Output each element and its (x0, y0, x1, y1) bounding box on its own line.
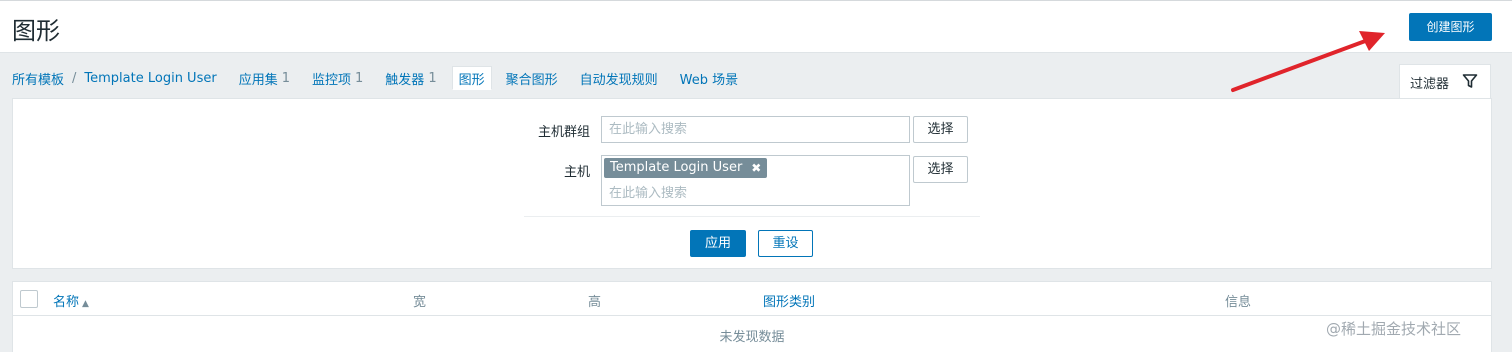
host-input-placeholder: 在此输入搜索 (609, 186, 688, 201)
sort-asc-icon: ▲ (82, 299, 89, 309)
host-tag-label: Template Login User (610, 160, 743, 175)
host-label: 主机 (563, 165, 590, 180)
page-title: 图形 (12, 17, 60, 45)
annotation-arrow-icon (1231, 31, 1385, 92)
tab-screens[interactable]: 聚合图形 (506, 66, 558, 90)
tab-triggers[interactable]: 触发器 1 (385, 66, 436, 90)
funnel-icon (1462, 73, 1478, 93)
host-group-select-button[interactable]: 选择 (913, 116, 968, 143)
breadcrumb: 所有模板 / Template Login User 应用集 1 监控项 1 触发器… (12, 66, 738, 90)
tab-discovery-rules[interactable]: 自动发现规则 (580, 66, 658, 90)
host-group-input[interactable]: 在此输入搜索 (601, 116, 910, 143)
apply-button[interactable]: 应用 (690, 230, 746, 257)
tab-label: 监控项 (312, 72, 352, 88)
filter-tab-label: 过滤器 (1410, 76, 1450, 92)
breadcrumb-separator: / (72, 70, 77, 86)
tab-count: 1 (355, 70, 364, 86)
host-group-label: 主机群组 (537, 125, 590, 140)
no-data-message: 未发现数据 (719, 330, 785, 345)
host-tag: Template Login User ✖ (604, 158, 768, 178)
remove-tag-icon[interactable]: ✖ (751, 158, 761, 178)
tab-applications[interactable]: 应用集 1 (239, 66, 290, 90)
tab-label: 图形 (458, 72, 485, 88)
host-select-button[interactable]: 选择 (913, 156, 968, 183)
tab-count: 1 (428, 70, 437, 86)
breadcrumb-template-name[interactable]: Template Login User (84, 66, 216, 90)
column-name-label: 名称 (53, 295, 80, 310)
tab-label: 触发器 (385, 72, 425, 88)
graphs-table: 名称 ▲ 宽 高 图形类别 信息 未发现数据 (12, 281, 1492, 352)
column-header-name[interactable]: 名称 ▲ (53, 291, 89, 310)
select-all-checkbox[interactable] (20, 290, 38, 308)
tab-label: 应用集 (238, 72, 278, 88)
tab-web-scenarios[interactable]: Web 场景 (680, 66, 738, 90)
tab-label: 自动发现规则 (579, 72, 658, 88)
filter-divider (524, 216, 980, 217)
column-header-graph-type[interactable]: 图形类别 (763, 291, 815, 310)
watermark: @稀土掘金技术社区 (1326, 320, 1462, 338)
tab-graphs[interactable]: 图形 (451, 66, 492, 90)
breadcrumb-all-templates[interactable]: 所有模板 (12, 66, 64, 90)
create-graph-button[interactable]: 创建图形 (1409, 13, 1492, 41)
column-header-info: 信息 (1225, 295, 1252, 310)
tab-label: 聚合图形 (505, 72, 558, 88)
filter-tab[interactable]: 过滤器 (1399, 64, 1491, 99)
tab-count: 1 (281, 70, 290, 86)
table-header-row: 名称 ▲ 宽 高 图形类别 信息 (13, 282, 1491, 316)
tab-label: Web 场景 (679, 72, 739, 88)
tab-items[interactable]: 监控项 1 (312, 66, 363, 90)
column-header-height: 高 (588, 295, 602, 310)
column-header-width: 宽 (413, 295, 427, 310)
reset-button[interactable]: 重设 (758, 230, 813, 257)
